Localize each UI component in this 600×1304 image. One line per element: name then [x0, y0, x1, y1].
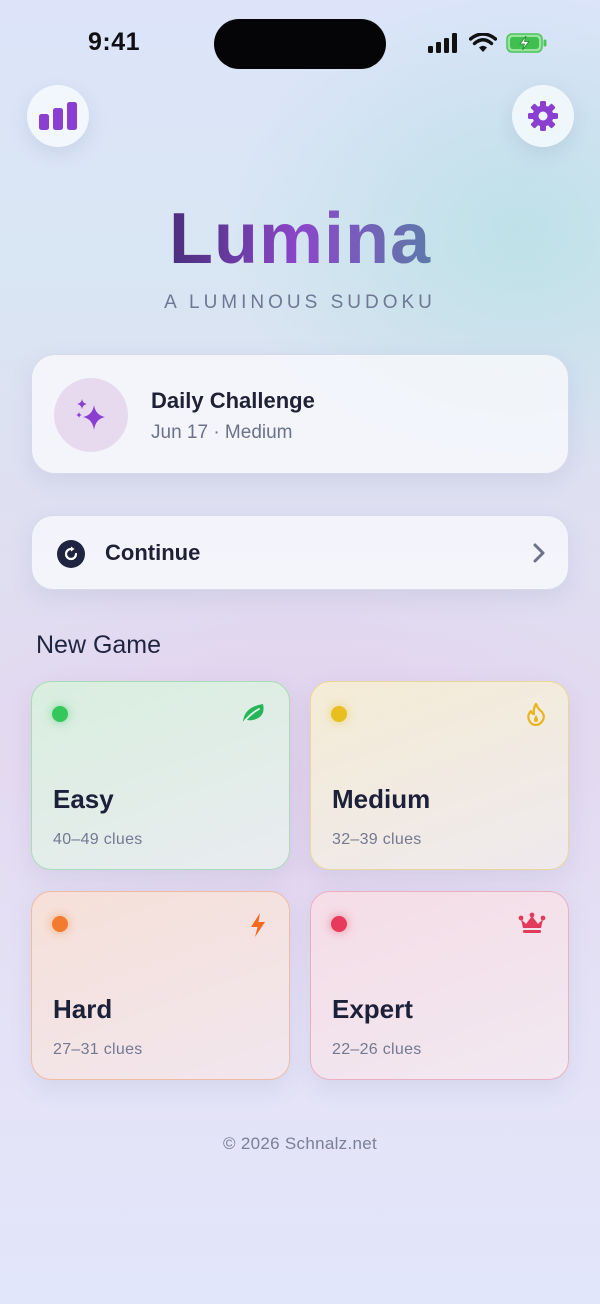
new-game-heading: New Game — [36, 631, 162, 659]
level-dot — [331, 916, 347, 932]
level-clues: 27–31 clues — [53, 1041, 143, 1058]
wifi-icon — [469, 33, 497, 52]
battery-icon — [506, 33, 547, 53]
level-dot — [52, 706, 68, 722]
resume-icon — [57, 540, 85, 568]
level-clues: 32–39 clues — [332, 831, 422, 848]
daily-icon-badge — [54, 378, 128, 452]
level-name: Easy — [53, 784, 114, 814]
level-name: Medium — [332, 784, 431, 814]
flame-icon — [527, 702, 545, 726]
continue-button[interactable]: Continue — [31, 515, 569, 590]
level-card-easy[interactable]: Easy 40–49 clues — [31, 681, 290, 870]
level-card-expert[interactable]: Expert 22–26 clues — [310, 891, 569, 1080]
crown-icon — [518, 912, 546, 933]
dynamic-island — [214, 19, 386, 69]
bolt-icon — [251, 913, 265, 937]
status-time: 9:41 — [88, 28, 141, 56]
daily-challenge-card[interactable]: Daily Challenge Jun 17 · Medium — [31, 354, 569, 474]
app-tagline: A LUMINOUS SUDOKU — [164, 292, 436, 313]
app-title: Lumina — [0, 198, 600, 280]
footer-link[interactable]: © 2026 Schnalz.net — [0, 1134, 600, 1154]
gear-icon — [528, 101, 558, 131]
daily-challenge-subtitle: Jun 17 · Medium — [151, 422, 293, 443]
settings-button[interactable] — [512, 85, 574, 147]
level-dot — [331, 706, 347, 722]
level-name: Expert — [332, 994, 413, 1024]
leaf-icon — [243, 704, 264, 723]
continue-label: Continue — [105, 540, 201, 565]
level-clues: 40–49 clues — [53, 831, 143, 848]
level-card-medium[interactable]: Medium 32–39 clues — [310, 681, 569, 870]
level-name: Hard — [53, 994, 113, 1024]
chevron-right-icon — [533, 543, 545, 563]
sparkle-icon — [76, 399, 105, 430]
stats-icon — [39, 102, 77, 130]
signal-icon — [428, 33, 457, 53]
level-clues: 22–26 clues — [332, 1041, 422, 1058]
level-dot — [52, 916, 68, 932]
daily-challenge-title: Daily Challenge — [151, 388, 315, 413]
status-icons — [428, 32, 548, 54]
level-card-hard[interactable]: Hard 27–31 clues — [31, 891, 290, 1080]
stats-button[interactable] — [27, 85, 89, 147]
